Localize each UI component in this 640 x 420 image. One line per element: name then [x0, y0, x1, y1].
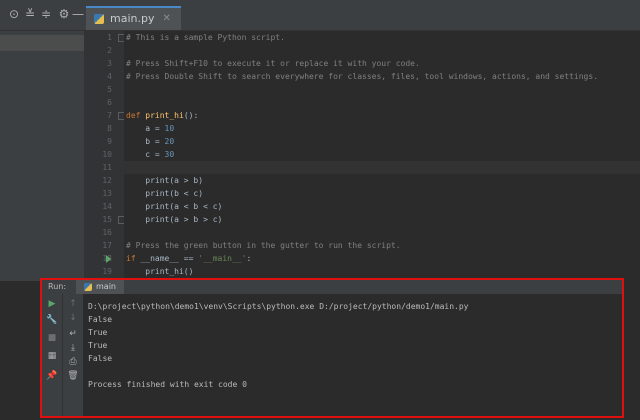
code-line[interactable]: b = 20	[124, 135, 640, 148]
down-arrow-icon[interactable]: ↓	[67, 312, 79, 324]
code-line-text: print_hi()	[126, 267, 194, 276]
run-header: Run: main	[42, 280, 622, 294]
stop-icon[interactable]: ■	[46, 332, 58, 344]
line-number: 2	[107, 46, 112, 55]
pin-icon[interactable]: 📌	[46, 370, 58, 382]
code-line-text: a = 10	[126, 124, 175, 133]
run-label: Run:	[48, 282, 67, 291]
python-file-icon	[94, 14, 104, 24]
line-number: 4	[107, 72, 112, 81]
close-icon[interactable]: ✕	[162, 9, 170, 29]
editor-gutter: 1 2 3 4 5 6 7 8 9 10 11 12 13 14 15 16 17 18 19	[84, 31, 126, 281]
line-number: 14	[102, 202, 112, 211]
code-line[interactable]: # Press Shift+F10 to execute it or repla…	[124, 57, 640, 70]
code-line[interactable]: def print_hi():	[124, 109, 640, 122]
line-number: 19	[102, 267, 112, 276]
python-file-icon	[84, 283, 92, 291]
soft-wrap-icon[interactable]: ↵	[67, 328, 79, 340]
editor-tab-main-py[interactable]: main.py ✕	[86, 6, 181, 30]
code-line-text: print(a > b > c)	[126, 215, 223, 224]
run-tab-label: main	[96, 282, 116, 291]
code-line-text: # Press Double Shift to search everywher…	[126, 72, 599, 81]
run-tab-main[interactable]: main	[76, 280, 124, 294]
code-line-text: print(a < b < c)	[126, 202, 223, 211]
code-line[interactable]	[124, 226, 640, 239]
line-number: 13	[102, 189, 112, 198]
line-number: 9	[107, 137, 112, 146]
code-line-text: print(b < c)	[126, 189, 204, 198]
code-line[interactable]	[124, 83, 640, 96]
code-line[interactable]: c = 30	[124, 148, 640, 161]
target-icon[interactable]: ⊙	[6, 6, 22, 22]
layout-icon[interactable]: ▦	[46, 350, 58, 362]
line-number: 11	[102, 163, 112, 172]
code-line[interactable]: if __name__ == '__main__':	[124, 252, 640, 265]
code-line[interactable]: # Press Double Shift to search everywher…	[124, 70, 640, 83]
line-number: 16	[102, 228, 112, 237]
line-number: 3	[107, 59, 112, 68]
line-number: 5	[107, 85, 112, 94]
up-arrow-icon[interactable]: ↑	[67, 298, 79, 310]
line-number: 1	[107, 33, 112, 42]
code-line[interactable]: print(a > b)	[124, 174, 640, 187]
code-editor[interactable]: # This is a sample Python script. # Press…	[124, 31, 640, 281]
run-toolbar-secondary: ↑ ↓ ↵ ⤓ ⎙ 🗑	[62, 294, 83, 416]
code-line[interactable]: print(a > b > c)	[124, 213, 640, 226]
collapse-all-icon[interactable]: ≑	[38, 6, 54, 22]
code-line[interactable]: # This is a sample Python script.	[124, 31, 640, 44]
scroll-to-end-icon[interactable]: ⤓	[67, 342, 79, 354]
line-number: 15	[102, 215, 112, 224]
wrench-icon[interactable]: 🔧	[46, 314, 58, 326]
code-line[interactable]: print(b < c)	[124, 187, 640, 200]
console-output[interactable]: D:\project\python\demo1\venv\Scripts\pyt…	[88, 294, 618, 416]
expand-all-icon[interactable]: ≚	[22, 6, 38, 22]
code-line-text: def print_hi():	[126, 111, 199, 120]
code-line-text: if __name__ == '__main__':	[126, 254, 252, 263]
project-panel	[0, 31, 84, 281]
code-line[interactable]	[124, 96, 640, 109]
run-toolbar-primary: ▶ 🔧 ■ ▦ 📌	[42, 294, 62, 416]
code-line[interactable]	[124, 161, 640, 174]
code-line-text: # Press Shift+F10 to execute it or repla…	[126, 59, 420, 68]
code-line-text: c = 30	[126, 150, 175, 159]
code-line-text: print(a > b)	[126, 176, 204, 185]
rerun-icon[interactable]: ▶	[46, 298, 58, 310]
code-line[interactable]: print_hi()	[124, 265, 640, 278]
line-number: 8	[107, 124, 112, 133]
code-line-text: b = 20	[126, 137, 175, 146]
code-line[interactable]	[124, 44, 640, 57]
trash-icon[interactable]: 🗑	[67, 370, 79, 382]
print-icon[interactable]: ⎙	[67, 356, 79, 368]
run-gutter-icon[interactable]	[106, 255, 111, 263]
line-number: 12	[102, 176, 112, 185]
line-number: 10	[102, 150, 112, 159]
console-line: False	[88, 354, 113, 363]
code-line-text: # Press the green button in the gutter t…	[126, 241, 401, 250]
line-number: 6	[107, 98, 112, 107]
top-toolbar: ⊙ ≚ ≑ ⚙ — main.py ✕	[0, 0, 640, 31]
console-line: D:\project\python\demo1\venv\Scripts\pyt…	[88, 302, 469, 311]
code-line[interactable]: a = 10	[124, 122, 640, 135]
console-line: False	[88, 315, 113, 324]
hide-icon[interactable]: —	[70, 6, 86, 22]
code-line[interactable]: # Press the green button in the gutter t…	[124, 239, 640, 252]
code-line-text: # This is a sample Python script.	[126, 33, 285, 42]
run-tool-window: Run: main ▶ 🔧 ■ ▦ 📌 ↑ ↓ ↵ ⤓ ⎙ 🗑 D:\proje…	[40, 278, 624, 418]
code-line[interactable]: print(a < b < c)	[124, 200, 640, 213]
line-number: 7	[107, 111, 112, 120]
console-line: True	[88, 328, 108, 337]
console-line: True	[88, 341, 108, 350]
console-line: Process finished with exit code 0	[88, 380, 247, 389]
project-selected-row[interactable]	[0, 35, 84, 51]
line-number: 17	[102, 241, 112, 250]
editor-tab-label: main.py	[110, 12, 155, 25]
